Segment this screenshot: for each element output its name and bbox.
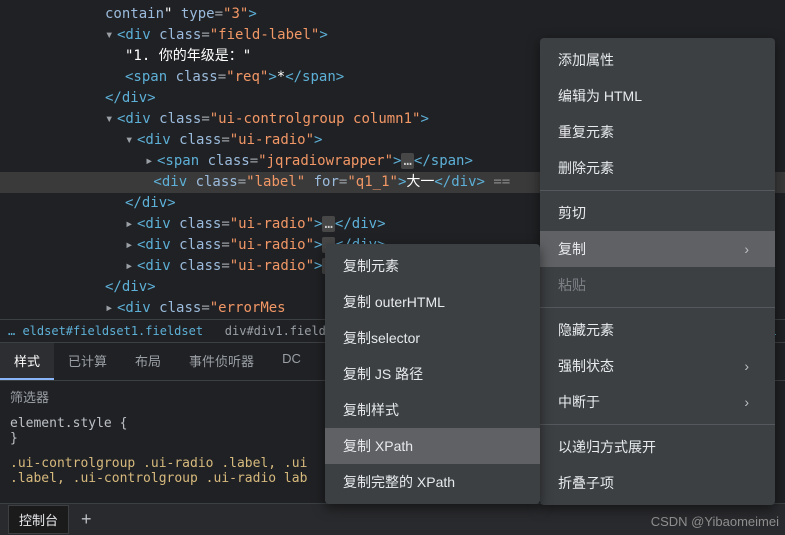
- menu-edit-as-html[interactable]: 编辑为 HTML: [540, 78, 775, 114]
- context-menu: 添加属性 编辑为 HTML 重复元素 删除元素 剪切 复制› 粘贴 隐藏元素 强…: [540, 38, 775, 505]
- menu-copy[interactable]: 复制›: [540, 231, 775, 267]
- tab-layout[interactable]: 布局: [121, 343, 175, 380]
- submenu-copy-selector[interactable]: 复制selector: [325, 320, 540, 356]
- breadcrumb-part[interactable]: … eldset#fieldset1.fieldset: [8, 324, 203, 338]
- menu-expand-recursively[interactable]: 以递归方式展开: [540, 429, 775, 465]
- tab-computed[interactable]: 已计算: [54, 343, 121, 380]
- menu-force-state[interactable]: 强制状态›: [540, 348, 775, 384]
- submenu-copy-outerhtml[interactable]: 复制 outerHTML: [325, 284, 540, 320]
- menu-hide-element[interactable]: 隐藏元素: [540, 312, 775, 348]
- submenu-copy-styles[interactable]: 复制样式: [325, 392, 540, 428]
- filter-input[interactable]: 筛选器: [10, 387, 49, 406]
- menu-separator: [540, 190, 775, 191]
- menu-delete-element[interactable]: 删除元素: [540, 150, 775, 186]
- css-selector[interactable]: .ui-controlgroup .ui-radio .label, .ui: [10, 456, 307, 471]
- submenu-copy-js-path[interactable]: 复制 JS 路径: [325, 356, 540, 392]
- menu-add-attribute[interactable]: 添加属性: [540, 42, 775, 78]
- console-tab[interactable]: 控制台: [8, 505, 69, 534]
- watermark: CSDN @Yibaomeimei: [651, 514, 779, 529]
- context-submenu-copy: 复制元素 复制 outerHTML 复制selector 复制 JS 路径 复制…: [325, 244, 540, 504]
- menu-duplicate-element[interactable]: 重复元素: [540, 114, 775, 150]
- submenu-copy-element[interactable]: 复制元素: [325, 248, 540, 284]
- submenu-copy-xpath[interactable]: 复制 XPath: [325, 428, 540, 464]
- tab-styles[interactable]: 样式: [0, 343, 54, 380]
- menu-separator: [540, 424, 775, 425]
- chevron-right-icon: ›: [744, 394, 749, 410]
- menu-collapse-children[interactable]: 折叠子项: [540, 465, 775, 501]
- tab-event-listeners[interactable]: 事件侦听器: [175, 343, 268, 380]
- menu-paste: 粘贴: [540, 267, 775, 303]
- menu-break-on[interactable]: 中断于›: [540, 384, 775, 420]
- submenu-copy-full-xpath[interactable]: 复制完整的 XPath: [325, 464, 540, 500]
- tab-more[interactable]: DC: [268, 343, 315, 380]
- menu-cut[interactable]: 剪切: [540, 195, 775, 231]
- chevron-right-icon: ›: [744, 358, 749, 374]
- add-tab-icon[interactable]: +: [81, 509, 92, 530]
- code-line[interactable]: contain" type="3">: [0, 4, 785, 25]
- chevron-right-icon: ›: [744, 241, 749, 257]
- menu-separator: [540, 307, 775, 308]
